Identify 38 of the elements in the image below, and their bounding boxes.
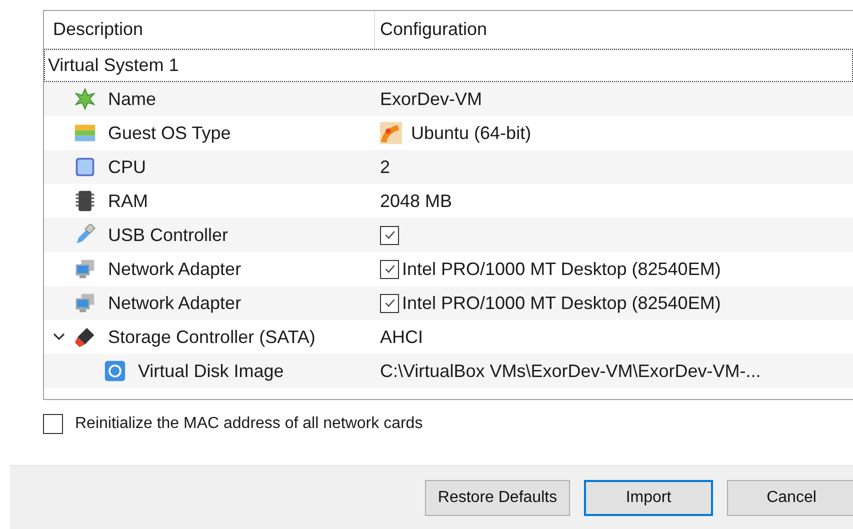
group-label: Virtual System 1 xyxy=(48,55,179,76)
memory-chip-icon xyxy=(74,190,96,212)
setting-value: Ubuntu (64-bit) xyxy=(411,122,532,144)
checkbox[interactable] xyxy=(380,260,399,278)
setting-label: Network Adapter xyxy=(108,258,242,280)
usb-plug-icon xyxy=(74,224,96,246)
checkbox[interactable] xyxy=(380,226,399,244)
setting-value: ExorDev-VM xyxy=(380,88,482,110)
dialog-button[interactable]: Cancel xyxy=(727,480,853,516)
expand-chevron-icon[interactable] xyxy=(53,333,65,341)
storage-connector-icon xyxy=(74,326,96,348)
dialog-button[interactable]: Restore Defaults xyxy=(425,480,570,516)
setting-label: Guest OS Type xyxy=(108,122,231,144)
setting-value: C:\VirtualBox VMs\ExorDev-VM\ExorDev-VM-... xyxy=(380,360,761,382)
network-monitors-icon xyxy=(74,258,96,280)
setting-label: Network Adapter xyxy=(108,292,242,314)
checkbox[interactable] xyxy=(380,294,399,312)
dialog-button[interactable]: Import xyxy=(584,480,713,516)
disk-image-icon xyxy=(104,360,126,382)
network-monitors-icon xyxy=(74,292,96,314)
checkbox[interactable] xyxy=(43,414,63,434)
stripes-icon xyxy=(74,122,96,144)
setting-label: RAM xyxy=(108,190,148,212)
column-header[interactable]: Description xyxy=(44,11,375,48)
setting-value: AHCI xyxy=(380,326,424,348)
setting-label: Virtual Disk Image xyxy=(138,360,284,382)
setting-value: Intel PRO/1000 MT Desktop (82540EM) xyxy=(402,258,721,280)
setting-value: Intel PRO/1000 MT Desktop (82540EM) xyxy=(402,292,721,314)
setting-label: Name xyxy=(108,88,156,110)
setting-value: 2048 MB xyxy=(380,190,452,212)
setting-value: 2 xyxy=(380,156,390,178)
processor-icon xyxy=(74,156,96,178)
checkbox-label: Reinitialize the MAC address of all network cards xyxy=(75,415,423,433)
setting-label: USB Controller xyxy=(108,224,228,246)
os-logo-icon xyxy=(380,122,402,144)
column-header[interactable]: Configuration xyxy=(375,11,853,48)
setting-label: Storage Controller (SATA) xyxy=(108,326,316,348)
setting-label: CPU xyxy=(108,156,146,178)
